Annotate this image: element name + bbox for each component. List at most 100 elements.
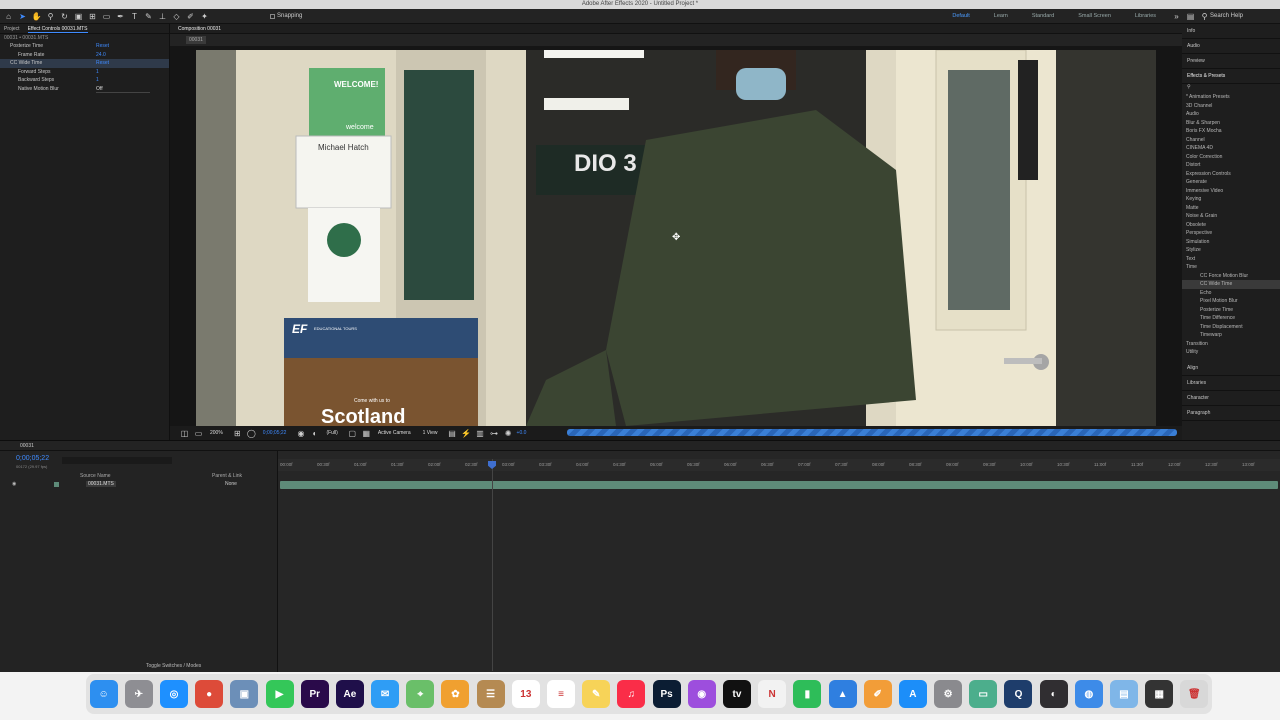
property-row[interactable]: Forward Steps 1 — [0, 68, 169, 77]
mask-visibility-icon[interactable]: ◯ — [246, 428, 257, 439]
time-ruler[interactable]: 00:00f 00:30f 01:00f 01:30f 02:00f 02:30f 03:0… — [278, 459, 1280, 471]
panel-character[interactable]: Character — [1182, 391, 1280, 406]
transparency-grid-icon[interactable]: ▦ — [361, 428, 372, 439]
photoshop-icon[interactable]: Ps — [652, 680, 681, 708]
zoom-tool-icon[interactable]: ⚲ — [45, 11, 56, 22]
quicktime-icon[interactable]: Q — [1004, 680, 1033, 708]
effect-category[interactable]: Expression Controls — [1182, 170, 1280, 179]
flowchart-icon[interactable]: ⊶ — [489, 428, 500, 439]
panel-effects-presets[interactable]: Effects & Presets — [1182, 69, 1280, 84]
timeline-icon[interactable]: ▥ — [475, 428, 486, 439]
selection-tool-icon[interactable]: ➤ — [17, 11, 28, 22]
property-value[interactable]: 1 — [96, 68, 99, 77]
monitor-icon[interactable]: ▭ — [193, 428, 204, 439]
roto-brush-tool-icon[interactable]: ✐ — [185, 11, 196, 22]
region-of-interest-icon[interactable]: ▢ — [347, 428, 358, 439]
screenshot-icon[interactable]: ▭ — [969, 680, 998, 708]
effect-category[interactable]: Utility — [1182, 348, 1280, 357]
grid-icon[interactable]: ⊞ — [232, 428, 243, 439]
workspace-small-screen[interactable]: Small Screen — [1078, 13, 1111, 19]
effect-item[interactable]: Posterize Time — [1182, 306, 1280, 315]
tab-project[interactable]: Project — [4, 24, 20, 33]
effect-category[interactable]: Matte — [1182, 204, 1280, 213]
timeline-track-area[interactable]: 00:00f 00:30f 01:00f 01:30f 02:00f 02:30f 03:0… — [278, 451, 1280, 673]
trash-icon[interactable]: 🗑 — [1180, 680, 1209, 708]
podcasts-icon[interactable]: ◉ — [687, 680, 716, 708]
downloads-folder-icon[interactable]: ▤ — [1110, 680, 1139, 708]
obs-icon[interactable]: ◐ — [1039, 680, 1068, 708]
effect-item[interactable]: CC Force Motion Blur — [1182, 272, 1280, 281]
numbers-icon[interactable]: ▮ — [793, 680, 822, 708]
effect-category[interactable]: Obsolete — [1182, 221, 1280, 230]
after-effects-icon[interactable]: Ae — [335, 680, 364, 708]
clone-stamp-tool-icon[interactable]: ⊥ — [157, 11, 168, 22]
effect-item[interactable]: Timewarp — [1182, 331, 1280, 340]
effect-category[interactable]: * Animation Presets — [1182, 93, 1280, 102]
current-time-display[interactable]: 0;00;05;22 — [263, 430, 287, 436]
effect-category[interactable]: Immersive Video — [1182, 187, 1280, 196]
reminders-icon[interactable]: ≡ — [547, 680, 576, 708]
composition-viewer[interactable]: WELCOME! welcome Michael Hatch DIO 3 EF … — [196, 50, 1156, 426]
panel-libraries[interactable]: Libraries — [1182, 376, 1280, 391]
premiere-icon[interactable]: Pr — [300, 680, 329, 708]
property-value[interactable]: 1 — [96, 76, 99, 85]
effect-category[interactable]: Simulation — [1182, 238, 1280, 247]
network-icon[interactable]: ◍ — [1074, 680, 1103, 708]
finder-icon[interactable]: ☺ — [89, 680, 118, 708]
layer-color-label[interactable] — [54, 482, 59, 487]
effect-category[interactable]: 3D Channel — [1182, 102, 1280, 111]
anchor-point-icon[interactable]: ✥ — [672, 232, 680, 243]
layer-row[interactable]: ◉ 00031.MTS None — [10, 481, 272, 489]
show-channel-icon[interactable]: ◐ — [309, 428, 320, 439]
property-row[interactable]: Frame Rate 24.0 — [0, 51, 169, 60]
puppet-tool-icon[interactable]: ✦ — [199, 11, 210, 22]
property-row[interactable]: CC Wide Time Reset — [0, 59, 169, 68]
keynote-icon[interactable]: ▲ — [828, 680, 857, 708]
effect-item[interactable]: Echo — [1182, 289, 1280, 298]
toggle-switches-modes[interactable]: Toggle Switches / Modes — [146, 663, 201, 669]
pen-tool-icon[interactable]: ✒ — [115, 11, 126, 22]
home-icon[interactable]: ⌂ — [3, 11, 14, 22]
panel-preview[interactable]: Preview — [1182, 54, 1280, 69]
maps-icon[interactable]: ⌖ — [406, 680, 435, 708]
calendar-icon[interactable]: 13 — [511, 680, 540, 708]
reset-link[interactable]: Reset — [96, 42, 109, 51]
search-icon[interactable]: ⚲ — [1199, 11, 1210, 22]
effect-category[interactable]: Stylize — [1182, 246, 1280, 255]
layer-search-input[interactable] — [62, 457, 172, 464]
effect-category[interactable]: Audio — [1182, 110, 1280, 119]
panel-audio[interactable]: Audio — [1182, 39, 1280, 54]
views-dropdown[interactable]: 1 View — [423, 430, 438, 436]
chevron-right-icon[interactable]: » — [1171, 11, 1182, 22]
comp-breadcrumb-item[interactable]: 00031 — [186, 36, 206, 44]
facetime-icon[interactable]: ▶ — [265, 680, 294, 708]
effects-search-input[interactable]: ⚲ — [1182, 84, 1280, 93]
safari-icon[interactable]: ◎ — [159, 680, 188, 708]
workspace-libraries[interactable]: Libraries — [1135, 13, 1156, 19]
snapshot-icon[interactable]: ◉ — [295, 428, 306, 439]
property-row[interactable]: Native Motion Blur Off — [0, 85, 169, 93]
search-help-input[interactable]: Search Help — [1210, 13, 1260, 19]
rectangle-tool-icon[interactable]: ▭ — [101, 11, 112, 22]
camera-dropdown[interactable]: Active Camera — [378, 430, 411, 436]
effect-category[interactable]: Text — [1182, 255, 1280, 264]
reset-link[interactable]: Reset — [96, 59, 109, 68]
effect-category[interactable]: Generate — [1182, 178, 1280, 187]
layer-duration-bar[interactable] — [280, 481, 1278, 489]
workspace-standard[interactable]: Standard — [1032, 13, 1054, 19]
effect-category[interactable]: Transition — [1182, 340, 1280, 349]
camera-tool-icon[interactable]: ▣ — [73, 11, 84, 22]
property-row[interactable]: Posterize Time Reset — [0, 42, 169, 51]
effect-item[interactable]: CC Wide Time — [1182, 280, 1280, 289]
app-store-icon[interactable]: A — [898, 680, 927, 708]
effect-item[interactable]: Time Difference — [1182, 314, 1280, 323]
property-value[interactable]: 24.0 — [96, 51, 106, 60]
effect-category[interactable]: Noise & Grain — [1182, 212, 1280, 221]
tv-icon[interactable]: tv — [722, 680, 751, 708]
effect-category[interactable]: CINEMA 4D — [1182, 144, 1280, 153]
effect-category[interactable]: Channel — [1182, 136, 1280, 145]
effect-category[interactable]: Blur & Sharpen — [1182, 119, 1280, 128]
effect-item[interactable]: Time Displacement — [1182, 323, 1280, 332]
magnification-dropdown[interactable]: 200% — [210, 430, 223, 436]
hand-tool-icon[interactable]: ✋ — [31, 11, 42, 22]
